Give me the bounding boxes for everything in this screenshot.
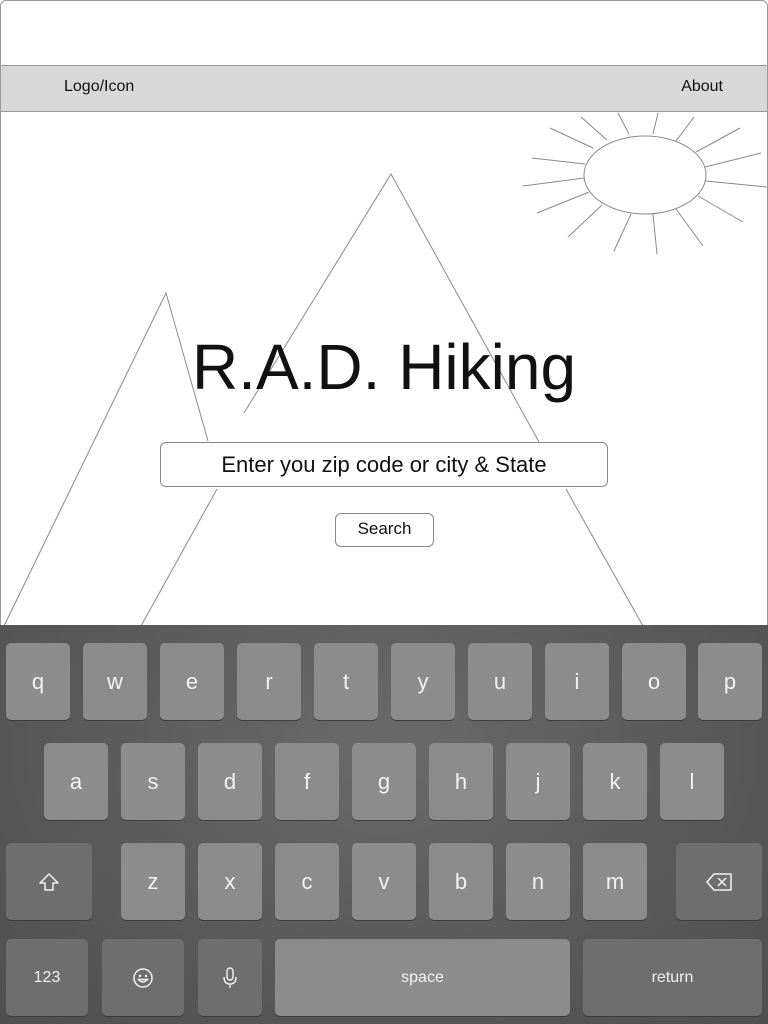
key-x[interactable]: x (198, 843, 262, 920)
key-c[interactable]: c (275, 843, 339, 920)
key-v[interactable]: v (352, 843, 416, 920)
backspace-key[interactable] (676, 843, 762, 920)
key-o[interactable]: o (622, 643, 686, 720)
key-s[interactable]: s (121, 743, 185, 820)
space-key[interactable]: space (275, 939, 570, 1016)
key-e[interactable]: e (160, 643, 224, 720)
mountain-right (565, 488, 644, 626)
key-p[interactable]: p (698, 643, 762, 720)
key-a[interactable]: a (44, 743, 108, 820)
key-i[interactable]: i (545, 643, 609, 720)
key-n[interactable]: n (506, 843, 570, 920)
key-d[interactable]: d (198, 743, 262, 820)
emoji-key[interactable] (102, 939, 184, 1016)
page-title: R.A.D. Hiking (191, 331, 577, 403)
key-u[interactable]: u (468, 643, 532, 720)
numbers-key[interactable]: 123 (6, 939, 88, 1016)
search-button[interactable]: Search (335, 513, 434, 547)
key-q[interactable]: q (6, 643, 70, 720)
about-link[interactable]: About (681, 78, 723, 96)
location-search-input[interactable] (160, 442, 608, 487)
backspace-icon (706, 872, 732, 891)
key-r[interactable]: r (237, 643, 301, 720)
sun (583, 135, 707, 215)
on-screen-keyboard: q w e r t y u i o p a s d f g h j k l z … (0, 625, 768, 1024)
key-l[interactable]: l (660, 743, 724, 820)
shift-icon (39, 872, 59, 891)
key-g[interactable]: g (352, 743, 416, 820)
key-k[interactable]: k (583, 743, 647, 820)
top-nav-bar: Logo/Icon About (1, 65, 767, 112)
key-t[interactable]: t (314, 643, 378, 720)
return-key[interactable]: return (583, 939, 762, 1016)
emoji-icon (133, 967, 153, 988)
microphone-icon (223, 966, 237, 988)
microphone-key[interactable] (198, 939, 262, 1016)
shift-key[interactable] (6, 843, 92, 920)
key-h[interactable]: h (429, 743, 493, 820)
key-m[interactable]: m (583, 843, 647, 920)
key-z[interactable]: z (121, 843, 185, 920)
key-w[interactable]: w (83, 643, 147, 720)
logo-link[interactable]: Logo/Icon (64, 78, 134, 96)
sun-rays (522, 112, 767, 255)
key-f[interactable]: f (275, 743, 339, 820)
key-j[interactable]: j (506, 743, 570, 820)
key-b[interactable]: b (429, 843, 493, 920)
mountain-center (140, 488, 218, 626)
key-y[interactable]: y (391, 643, 455, 720)
